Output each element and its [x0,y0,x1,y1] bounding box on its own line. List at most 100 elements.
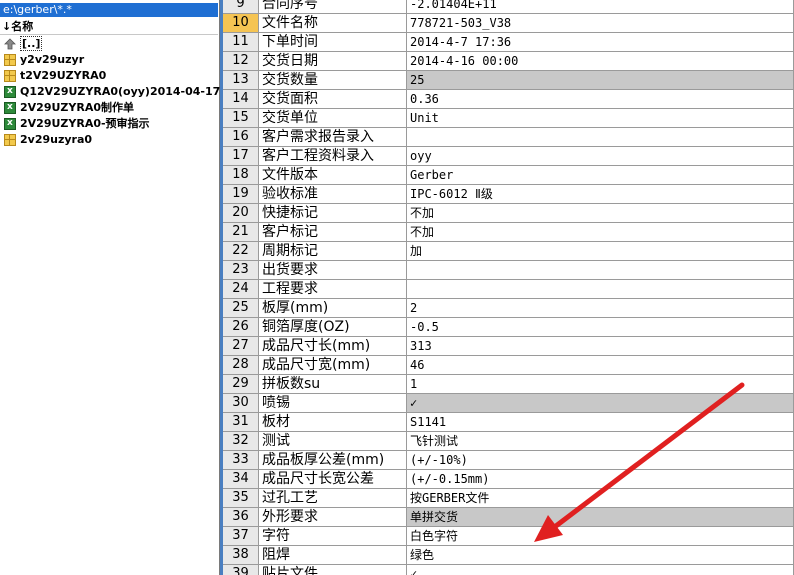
field-label-cell[interactable]: 贴片文件 [259,565,407,575]
field-value-cell[interactable]: IPC-6012 Ⅱ级 [407,185,794,204]
row-header[interactable]: 15 [223,109,259,128]
field-value-cell[interactable]: oyy [407,147,794,166]
field-value-cell[interactable]: ✓ [407,394,794,413]
table-row[interactable]: 10 文件名称 778721-503_V38 [223,14,794,33]
field-value-cell[interactable] [407,280,794,299]
field-value-cell[interactable]: S1141 [407,413,794,432]
file-list-item[interactable]: y2v29uzyr [0,52,218,68]
table-row[interactable]: 26 铜箔厚度(OZ) -0.5 [223,318,794,337]
row-header[interactable]: 30 [223,394,259,413]
field-label-cell[interactable]: 工程要求 [259,280,407,299]
field-label-cell[interactable]: 成品板厚公差(mm) [259,451,407,470]
table-row[interactable]: 30 喷锡 ✓ [223,394,794,413]
field-label-cell[interactable]: 交货面积 [259,90,407,109]
row-header[interactable]: 10 [223,14,259,33]
table-row[interactable]: 16 客户需求报告录入 [223,128,794,147]
field-label-cell[interactable]: 外形要求 [259,508,407,527]
field-label-cell[interactable]: 成品尺寸长宽公差 [259,470,407,489]
field-label-cell[interactable]: 快捷标记 [259,204,407,223]
field-label-cell[interactable]: 字符 [259,527,407,546]
field-label-cell[interactable]: 出货要求 [259,261,407,280]
field-value-cell[interactable]: 不加 [407,204,794,223]
row-header[interactable]: 9 [223,0,259,14]
field-label-cell[interactable]: 交货单位 [259,109,407,128]
table-row[interactable]: 9 合同序号 -2.01404E+11 [223,0,794,14]
field-value-cell[interactable]: -2.01404E+11 [407,0,794,14]
field-value-cell[interactable]: 2014-4-7 17:36 [407,33,794,52]
row-header[interactable]: 22 [223,242,259,261]
row-header[interactable]: 19 [223,185,259,204]
file-list-item[interactable]: t2V29UZYRA0 [0,68,218,84]
file-list-item[interactable]: 2v29uzyra0 [0,132,218,148]
row-header[interactable]: 26 [223,318,259,337]
field-value-cell[interactable]: 加 [407,242,794,261]
table-row[interactable]: 37 字符 白色字符 [223,527,794,546]
table-row[interactable]: 36 外形要求 单拼交货 [223,508,794,527]
field-label-cell[interactable]: 成品尺寸宽(mm) [259,356,407,375]
table-row[interactable]: 18 文件版本 Gerber [223,166,794,185]
field-label-cell[interactable]: 客户需求报告录入 [259,128,407,147]
table-row[interactable]: 11 下单时间 2014-4-7 17:36 [223,33,794,52]
row-header[interactable]: 17 [223,147,259,166]
field-value-cell[interactable]: 不加 [407,223,794,242]
row-header[interactable]: 14 [223,90,259,109]
field-value-cell[interactable]: Unit [407,109,794,128]
row-header[interactable]: 33 [223,451,259,470]
field-value-cell[interactable]: 25 [407,71,794,90]
field-value-cell[interactable]: 白色字符 [407,527,794,546]
file-list-item[interactable]: [..] [0,36,218,52]
table-row[interactable]: 17 客户工程资料录入 oyy [223,147,794,166]
field-value-cell[interactable]: 46 [407,356,794,375]
field-value-cell[interactable]: 绿色 [407,546,794,565]
file-list-item[interactable]: Q12V29UZYRA0(oyy)2014-04-17 [0,83,220,100]
row-header[interactable]: 27 [223,337,259,356]
field-value-cell[interactable]: 2 [407,299,794,318]
field-label-cell[interactable]: 板厚(mm) [259,299,407,318]
field-value-cell[interactable] [407,128,794,147]
field-label-cell[interactable]: 拼板数su [259,375,407,394]
field-value-cell[interactable]: (+/-0.15mm) [407,470,794,489]
row-header[interactable]: 21 [223,223,259,242]
row-header[interactable]: 28 [223,356,259,375]
table-row[interactable]: 25 板厚(mm) 2 [223,299,794,318]
field-label-cell[interactable]: 测试 [259,432,407,451]
field-label-cell[interactable]: 成品尺寸长(mm) [259,337,407,356]
field-value-cell[interactable]: 2014-4-16 00:00 [407,52,794,71]
table-row[interactable]: 24 工程要求 [223,280,794,299]
table-row[interactable]: 19 验收标准 IPC-6012 Ⅱ级 [223,185,794,204]
table-row[interactable]: 23 出货要求 [223,261,794,280]
row-header[interactable]: 32 [223,432,259,451]
field-value-cell[interactable]: 1 [407,375,794,394]
field-value-cell[interactable]: -0.5 [407,318,794,337]
row-header[interactable]: 35 [223,489,259,508]
table-row[interactable]: 35 过孔工艺 按GERBER文件 [223,489,794,508]
table-row[interactable]: 21 客户标记 不加 [223,223,794,242]
row-header[interactable]: 38 [223,546,259,565]
table-row[interactable]: 31 板材 S1141 [223,413,794,432]
row-header[interactable]: 24 [223,280,259,299]
row-header[interactable]: 11 [223,33,259,52]
row-header[interactable]: 16 [223,128,259,147]
row-header[interactable]: 36 [223,508,259,527]
file-list-item[interactable]: 2V29UZYRA0-预审指示 [0,115,218,132]
field-value-cell[interactable]: 0.36 [407,90,794,109]
row-header[interactable]: 39 [223,565,259,575]
field-label-cell[interactable]: 交货数量 [259,71,407,90]
field-value-cell[interactable]: ✓ [407,565,794,575]
table-row[interactable]: 27 成品尺寸长(mm) 313 [223,337,794,356]
row-header[interactable]: 20 [223,204,259,223]
field-label-cell[interactable]: 合同序号 [259,0,407,14]
field-value-cell[interactable]: 飞针测试 [407,432,794,451]
table-row[interactable]: 29 拼板数su 1 [223,375,794,394]
field-value-cell[interactable]: 778721-503_V38 [407,14,794,33]
field-label-cell[interactable]: 客户工程资料录入 [259,147,407,166]
field-label-cell[interactable]: 客户标记 [259,223,407,242]
row-header[interactable]: 23 [223,261,259,280]
table-row[interactable]: 34 成品尺寸长宽公差 (+/-0.15mm) [223,470,794,489]
row-header[interactable]: 13 [223,71,259,90]
field-label-cell[interactable]: 文件名称 [259,14,407,33]
field-label-cell[interactable]: 过孔工艺 [259,489,407,508]
table-row[interactable]: 12 交货日期 2014-4-16 00:00 [223,52,794,71]
row-header[interactable]: 34 [223,470,259,489]
path-bar[interactable]: e:\gerber\*.* [0,3,218,17]
